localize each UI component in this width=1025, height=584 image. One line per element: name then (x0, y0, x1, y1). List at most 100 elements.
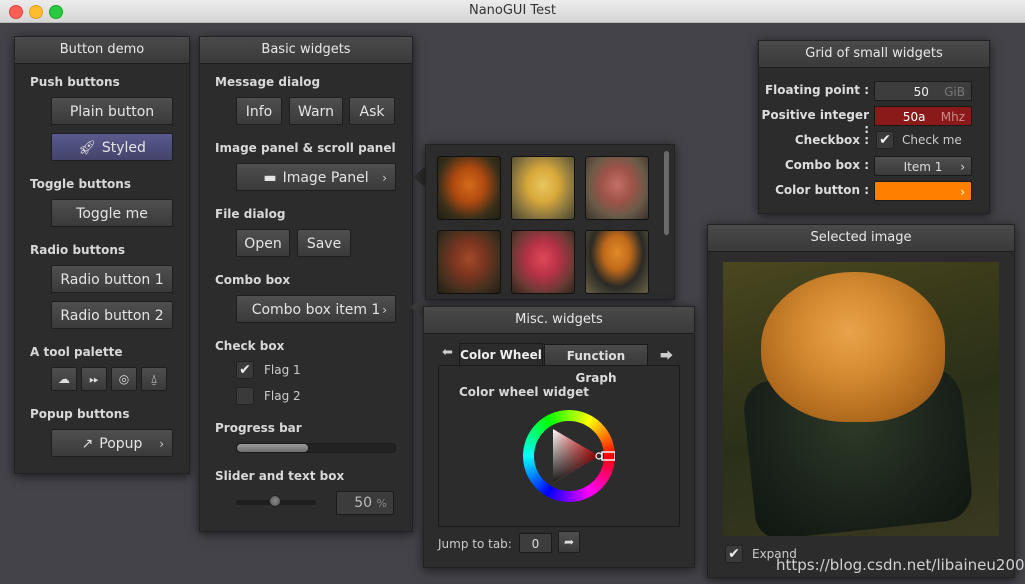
positive-integer-value: 50a (902, 110, 926, 124)
floating-point-label: Floating point : (764, 83, 869, 97)
radio-button-2[interactable]: Radio button 2 (51, 301, 173, 329)
progress-bar (236, 443, 396, 453)
tab-function-graph[interactable]: Function Graph (544, 344, 648, 385)
compass-icon[interactable]: ◎ (111, 367, 137, 391)
slider-knob[interactable] (269, 495, 281, 507)
selected-image-window: Selected image ✔ Expand (707, 224, 1015, 578)
window-titlebar: NanoGUI Test (0, 0, 1025, 23)
image-panel-scrollbar[interactable] (664, 151, 669, 235)
flag-1-label: Flag 1 (264, 363, 301, 377)
jump-to-tab-input[interactable]: 0 (519, 533, 552, 553)
floating-point-unit: GiB (944, 85, 965, 99)
tab-color-wheel[interactable]: Color Wheel (459, 343, 543, 365)
flag-2-label: Flag 2 (264, 389, 301, 403)
grid-widgets-window: Grid of small widgets Floating point : 5… (758, 40, 990, 214)
info-button[interactable]: Info (236, 97, 282, 125)
positive-integer-label: Positive integer : (761, 108, 869, 136)
save-button[interactable]: Save (297, 229, 351, 257)
grid-combo-box[interactable]: Item 1 › (874, 156, 972, 176)
push-buttons-label: Push buttons (30, 75, 120, 89)
color-button[interactable]: › (874, 181, 972, 201)
grid-combo-box-value: Item 1 (903, 160, 943, 174)
toggle-buttons-label: Toggle buttons (30, 177, 131, 191)
jump-to-tab-label: Jump to tab: (438, 537, 512, 551)
cloud-icon[interactable]: ☁ (51, 367, 77, 391)
sushi-thumbnail-4[interactable] (437, 230, 501, 294)
grid-widgets-title[interactable]: Grid of small widgets (759, 41, 989, 68)
jump-go-icon[interactable]: ➦︎ (558, 531, 580, 553)
color-wheel[interactable] (523, 410, 615, 502)
check-me-checkbox[interactable]: ✔ (876, 131, 894, 149)
plain-button[interactable]: Plain button (51, 97, 173, 125)
image-panel-label: Image panel & scroll panel (215, 141, 396, 155)
checkbox-label: Checkbox : (794, 133, 869, 147)
slider-label: Slider and text box (215, 469, 345, 483)
tab-left-arrow-icon[interactable]: ⬅︎ (442, 345, 453, 360)
tool-palette-label: A tool palette (30, 345, 123, 359)
sushi-thumbnail-3[interactable] (585, 156, 649, 220)
floating-point-input[interactable]: 50 GiB (874, 81, 972, 101)
styled-button[interactable]: 🚀︎ Styled (51, 133, 173, 161)
combo-box[interactable]: Combo box item 1 › (236, 295, 396, 323)
watermark-text: https://blog.csdn.net/libaineu2004 (776, 556, 1025, 574)
color-wheel-label: Color wheel widget (459, 385, 589, 399)
message-dialog-label: Message dialog (215, 75, 321, 89)
image-panel-button-label: Image Panel (282, 170, 369, 186)
popup-button-label: Popup (99, 436, 143, 452)
chevron-right-icon: › (960, 160, 965, 174)
chevron-right-icon: › (960, 185, 965, 199)
grid-combo-box-label: Combo box : (784, 158, 869, 172)
basic-widgets-window: Basic widgets Message dialog Info Warn A… (199, 36, 413, 532)
image-panel-popup (425, 144, 675, 300)
basic-widgets-title[interactable]: Basic widgets (200, 37, 412, 64)
toggle-button[interactable]: Toggle me (51, 199, 173, 227)
check-box-label: Check box (215, 339, 285, 353)
check-me-label: Check me (902, 133, 962, 147)
rocket-icon: 🚀︎ (78, 140, 96, 156)
fast-forward-icon[interactable]: ⏩︎ (81, 367, 107, 391)
radio-button-1[interactable]: Radio button 1 (51, 265, 173, 293)
positive-integer-input[interactable]: 50a Mhz (874, 106, 972, 126)
slider-textbox-value: 50 (354, 495, 373, 511)
folder-icon: ▬ (263, 170, 277, 186)
image-panel-button[interactable]: ▬ Image Panel › (236, 163, 396, 191)
progress-bar-label: Progress bar (215, 421, 302, 435)
ask-button[interactable]: Ask (349, 97, 395, 125)
styled-button-label: Styled (101, 140, 146, 156)
selected-image-view[interactable] (723, 262, 999, 536)
chevron-right-icon: › (382, 171, 387, 185)
floating-point-value: 50 (913, 85, 929, 99)
share-icon: ↗ (81, 436, 94, 452)
flag-1-checkbox[interactable]: ✔ (236, 361, 254, 379)
misc-widgets-window: Misc. widgets ⬅︎ Color Wheel Function Gr… (423, 306, 695, 568)
slider-textbox-unit: % (376, 497, 387, 510)
color-button-label: Color button : (775, 183, 869, 197)
window-title: NanoGUI Test (468, 3, 557, 18)
inbox-icon[interactable]: ⍙ (141, 367, 167, 391)
chevron-right-icon: › (382, 303, 387, 317)
combo-box-label: Combo box (215, 273, 291, 287)
sushi-thumbnail-1[interactable] (437, 156, 501, 220)
sushi-thumbnail-6[interactable] (585, 230, 649, 294)
uni-topping-shape (761, 272, 945, 422)
positive-integer-unit: Mhz (940, 110, 965, 124)
button-demo-window: Button demo Push buttons Plain button 🚀︎… (14, 36, 190, 474)
misc-popup-arrow (410, 297, 424, 317)
sushi-thumbnail-5[interactable] (511, 230, 575, 294)
misc-widgets-title[interactable]: Misc. widgets (424, 307, 694, 334)
selected-image-title[interactable]: Selected image (708, 225, 1014, 252)
slider-textbox[interactable]: 50 % (336, 491, 394, 515)
combo-box-value: Combo box item 1 (251, 302, 381, 318)
expand-checkbox[interactable]: ✔ (725, 545, 743, 563)
open-button[interactable]: Open (236, 229, 290, 257)
popup-buttons-label: Popup buttons (30, 407, 130, 421)
button-demo-title[interactable]: Button demo (15, 37, 189, 64)
color-triangle[interactable] (523, 410, 615, 502)
sushi-thumbnail-2[interactable] (511, 156, 575, 220)
tab-right-arrow-icon[interactable]: ⮕︎ (660, 345, 673, 364)
flag-2-checkbox[interactable] (236, 387, 254, 405)
chevron-right-icon: › (159, 437, 164, 451)
popup-button[interactable]: ↗ Popup › (51, 429, 173, 457)
file-dialog-label: File dialog (215, 207, 286, 221)
warn-button[interactable]: Warn (289, 97, 343, 125)
